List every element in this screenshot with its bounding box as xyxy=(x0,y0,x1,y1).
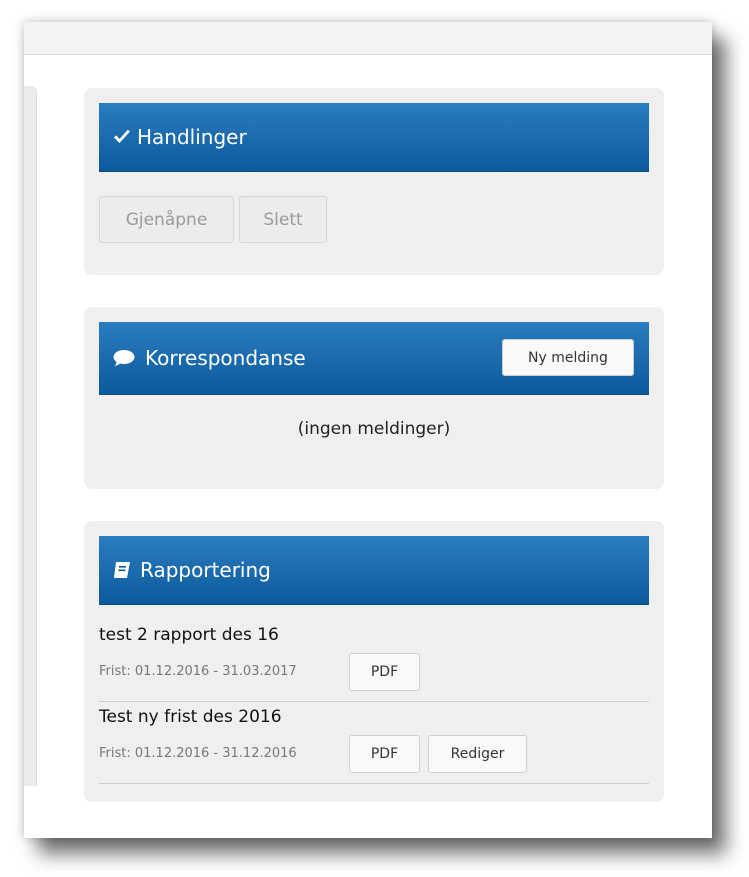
app-window: Handlinger Gjenåpne Slett Korrespondanse… xyxy=(24,22,712,838)
report-divider xyxy=(99,701,649,702)
korrespondanse-title: Korrespondanse xyxy=(145,346,306,370)
comment-icon xyxy=(113,349,135,367)
report-deadline: Frist: 01.12.2016 - 31.03.2017 xyxy=(99,664,297,679)
check-icon xyxy=(113,129,131,145)
pdf-button[interactable]: PDF xyxy=(349,735,420,773)
report-title: Test ny frist des 2016 xyxy=(99,707,282,727)
new-message-button[interactable]: Ny melding xyxy=(502,339,634,376)
empty-messages-text: (ingen meldinger) xyxy=(297,419,451,439)
report-title: test 2 rapport des 16 xyxy=(99,625,279,645)
left-column-edge xyxy=(24,86,37,786)
korrespondanse-header: Korrespondanse Ny melding xyxy=(99,322,649,395)
top-strip xyxy=(24,22,712,55)
handlinger-panel: Handlinger Gjenåpne Slett xyxy=(84,88,664,275)
pdf-button[interactable]: PDF xyxy=(349,653,420,691)
reopen-button[interactable]: Gjenåpne xyxy=(99,196,234,243)
delete-button[interactable]: Slett xyxy=(239,196,327,243)
edit-report-button[interactable]: Rediger xyxy=(428,735,527,773)
report-divider xyxy=(99,783,649,784)
report-deadline: Frist: 01.12.2016 - 31.12.2016 xyxy=(99,746,297,761)
korrespondanse-panel: Korrespondanse Ny melding (ingen melding… xyxy=(84,307,664,489)
rapportering-header: Rapportering xyxy=(99,536,649,605)
rapportering-title: Rapportering xyxy=(140,558,271,582)
handlinger-header: Handlinger xyxy=(99,103,649,172)
book-icon xyxy=(113,561,131,579)
rapportering-panel: Rapportering test 2 rapport des 16 Frist… xyxy=(84,521,664,802)
handlinger-title: Handlinger xyxy=(137,125,247,149)
